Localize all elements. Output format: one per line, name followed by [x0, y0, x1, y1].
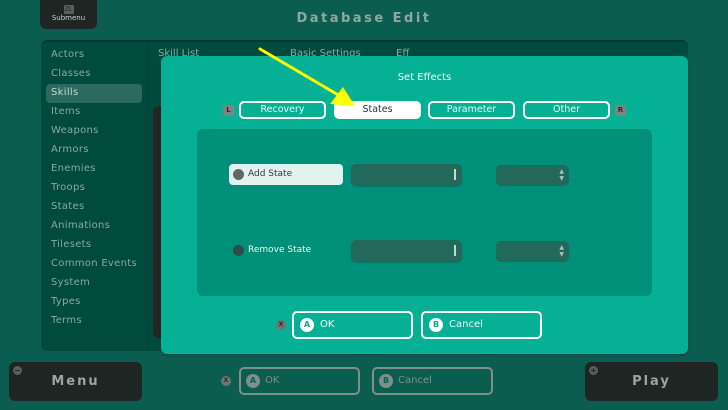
- footer-ok-button[interactable]: A OK: [239, 367, 360, 395]
- down-arrow-icon[interactable]: ▼: [559, 251, 564, 258]
- x-key-icon: X: [221, 376, 231, 386]
- add-state-chance-stepper[interactable]: ▲ ▼: [496, 165, 569, 186]
- dialog-title: Set Effects: [397, 72, 452, 83]
- play-label: Play: [632, 374, 671, 389]
- effects-content: Add State ▲ ▼ Remove State ▲ ▼: [197, 129, 652, 296]
- footer-cancel-label: Cancel: [398, 375, 432, 386]
- play-button[interactable]: + Play: [585, 362, 718, 401]
- sidebar-item-types[interactable]: Types: [51, 296, 81, 307]
- sidebar-item-states[interactable]: States: [51, 201, 84, 212]
- a-key-icon: A: [300, 318, 314, 332]
- sidebar-item-common-events[interactable]: Common Events: [51, 258, 137, 269]
- add-state-label: Add State: [248, 169, 293, 179]
- sidebar-item-actors[interactable]: Actors: [51, 49, 84, 60]
- sidebar-item-tilesets[interactable]: Tilesets: [51, 239, 91, 250]
- remove-state-select[interactable]: [351, 240, 462, 262]
- cancel-label: Cancel: [449, 319, 483, 330]
- tab-states[interactable]: States: [334, 101, 421, 119]
- sidebar-item-armors[interactable]: Armors: [51, 144, 89, 155]
- menu-button[interactable]: − Menu: [9, 362, 142, 401]
- a-key-icon: A: [246, 374, 260, 388]
- scroll-indicator-icon: [454, 169, 456, 180]
- up-arrow-icon[interactable]: ▲: [559, 244, 564, 251]
- tab-parameter[interactable]: Parameter: [428, 101, 515, 119]
- sidebar-item-skills[interactable]: Skills: [51, 87, 78, 98]
- menu-label: Menu: [51, 374, 100, 389]
- tab-recovery[interactable]: Recovery: [239, 101, 326, 119]
- up-arrow-icon[interactable]: ▲: [559, 168, 564, 175]
- r-key-icon[interactable]: R: [615, 105, 626, 116]
- b-key-icon: B: [429, 318, 443, 332]
- scroll-indicator-icon: [454, 245, 456, 256]
- remove-state-label: Remove State: [248, 245, 312, 255]
- footer-ok-label: OK: [265, 375, 280, 386]
- sidebar-item-items[interactable]: Items: [51, 106, 80, 117]
- x-key-icon: X: [276, 320, 286, 330]
- b-key-icon: B: [379, 374, 393, 388]
- l-key-icon[interactable]: L: [223, 105, 234, 116]
- footer-cancel-button[interactable]: B Cancel: [372, 367, 493, 395]
- sidebar-item-troops[interactable]: Troops: [51, 182, 85, 193]
- radio-selected-icon: [233, 169, 244, 180]
- minus-key-icon: −: [13, 366, 22, 375]
- ok-label: OK: [320, 319, 335, 330]
- remove-state-option[interactable]: Remove State: [229, 240, 343, 261]
- sidebar-item-enemies[interactable]: Enemies: [51, 163, 96, 174]
- sidebar: Actors Classes Skills Items Weapons Armors Ene…: [41, 42, 148, 351]
- add-state-option[interactable]: Add State: [229, 164, 343, 185]
- remove-state-chance-stepper[interactable]: ▲ ▼: [496, 241, 569, 262]
- add-state-select[interactable]: [351, 164, 462, 186]
- set-effects-dialog: Set Effects L Recovery States Parameter …: [161, 56, 688, 354]
- cancel-button[interactable]: B Cancel: [421, 311, 542, 339]
- sidebar-item-system[interactable]: System: [51, 277, 90, 288]
- ok-button[interactable]: A OK: [292, 311, 413, 339]
- sidebar-item-terms[interactable]: Terms: [51, 315, 82, 326]
- sidebar-item-weapons[interactable]: Weapons: [51, 125, 99, 136]
- plus-key-icon: +: [589, 366, 598, 375]
- sidebar-item-classes[interactable]: Classes: [51, 68, 91, 79]
- down-arrow-icon[interactable]: ▼: [559, 175, 564, 182]
- radio-unselected-icon: [233, 245, 244, 256]
- sidebar-item-animations[interactable]: Animations: [51, 220, 110, 231]
- page-title: Database Edit: [296, 11, 432, 26]
- tab-other[interactable]: Other: [523, 101, 610, 119]
